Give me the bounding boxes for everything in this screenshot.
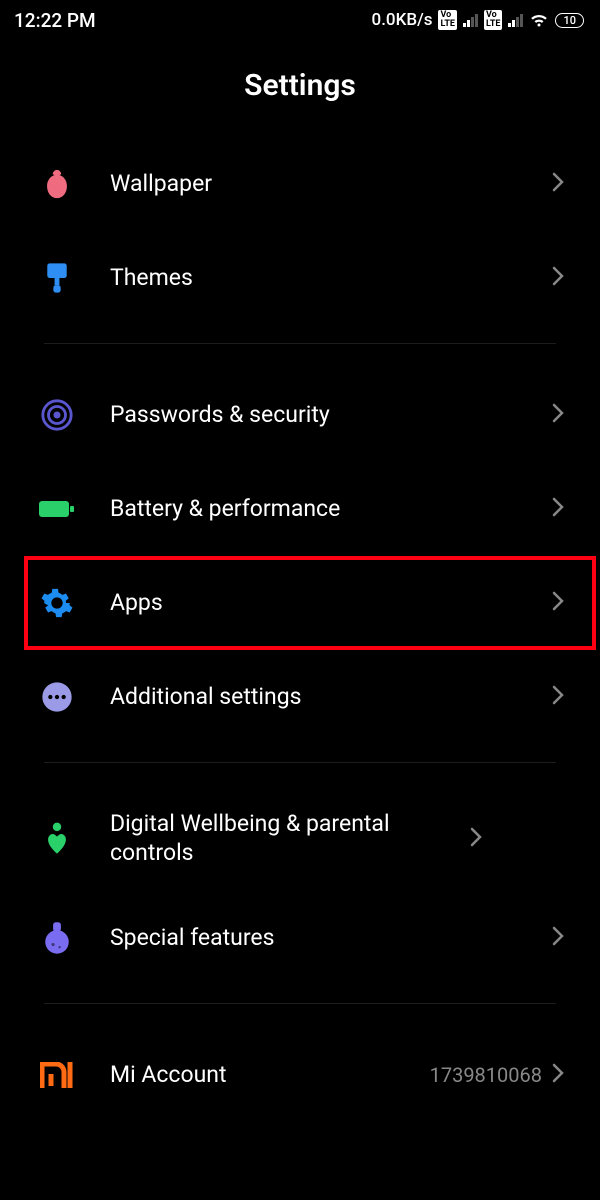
chevron-right-icon [470, 827, 482, 852]
settings-item-label: Digital Wellbeing & parental controls [110, 810, 470, 868]
battery-icon [38, 490, 76, 528]
chevron-right-icon [552, 497, 564, 522]
settings-item-miaccount[interactable]: Mi Account 1739810068 [0, 1028, 600, 1122]
chevron-right-icon [552, 591, 564, 616]
gear-icon [38, 584, 76, 622]
settings-item-wallpaper[interactable]: Wallpaper [0, 137, 600, 231]
settings-item-label: Additional settings [110, 683, 552, 712]
signal-bars-1 [463, 13, 478, 27]
fingerprint-icon [38, 396, 76, 434]
settings-item-special[interactable]: Special features [0, 891, 600, 985]
settings-item-apps[interactable]: Apps [0, 556, 600, 650]
chevron-right-icon [552, 926, 564, 951]
mi-icon [38, 1056, 76, 1094]
settings-item-battery[interactable]: Battery & performance [0, 462, 600, 556]
chevron-right-icon [552, 403, 564, 428]
flask-icon [38, 919, 76, 957]
flower-icon [38, 165, 76, 203]
chevron-right-icon [552, 266, 564, 291]
dots-icon [38, 678, 76, 716]
settings-item-themes[interactable]: Themes [0, 231, 600, 325]
settings-item-label: Mi Account [110, 1061, 430, 1090]
brush-icon [38, 259, 76, 297]
volte-badge-1: VoLTE [438, 10, 457, 30]
wifi-icon [529, 12, 549, 28]
status-time: 12:22 PM [14, 9, 96, 32]
status-bar: 12:22 PM 0.0KB/s VoLTE VoLTE 10 [0, 0, 600, 40]
divider [44, 762, 556, 763]
chevron-right-icon [552, 172, 564, 197]
settings-item-value: 1739810068 [430, 1063, 542, 1087]
settings-item-wellbeing[interactable]: Digital Wellbeing & parental controls [0, 787, 600, 891]
net-speed: 0.0KB/s [372, 10, 433, 30]
signal-bars-2 [508, 13, 523, 27]
settings-item-label: Wallpaper [110, 170, 552, 199]
chevron-right-icon [552, 685, 564, 710]
status-right: 0.0KB/s VoLTE VoLTE 10 [372, 10, 584, 30]
volte-badge-2: VoLTE [484, 10, 503, 30]
page-title: Settings [0, 40, 600, 137]
heart-icon [38, 820, 76, 858]
divider [44, 1003, 556, 1004]
settings-item-label: Apps [110, 589, 552, 618]
settings-item-label: Themes [110, 264, 552, 293]
battery-indicator: 10 [555, 13, 584, 28]
divider [44, 343, 556, 344]
chevron-right-icon [552, 1063, 564, 1088]
settings-item-passwords[interactable]: Passwords & security [0, 368, 600, 462]
settings-item-label: Special features [110, 924, 552, 953]
settings-item-label: Passwords & security [110, 401, 552, 430]
settings-item-label: Battery & performance [110, 495, 552, 524]
settings-list: Wallpaper Themes Passwords & security Ba… [0, 137, 600, 1122]
settings-item-additional[interactable]: Additional settings [0, 650, 600, 744]
